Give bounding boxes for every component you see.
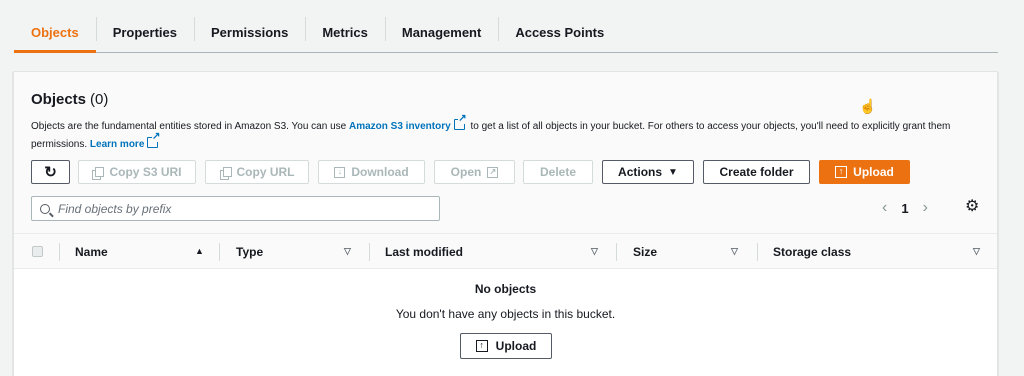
sort-icon[interactable]: ▽ bbox=[973, 246, 980, 257]
copy-s3-uri-label: Copy S3 URI bbox=[109, 165, 182, 179]
empty-state-text: You don't have any objects in this bucke… bbox=[395, 307, 616, 321]
column-divider bbox=[616, 243, 617, 261]
chevron-right-icon[interactable]: › bbox=[923, 199, 928, 217]
learn-more-link[interactable]: Learn more bbox=[90, 139, 144, 150]
delete-button[interactable]: Delete bbox=[523, 160, 593, 184]
copy-url-button[interactable]: Copy URL bbox=[205, 160, 309, 184]
table-header: Name ▲ Type ▽ Last modified ▽ Size ▽ Sto… bbox=[14, 234, 997, 269]
download-label: Download bbox=[351, 165, 409, 179]
search-icon bbox=[40, 203, 50, 214]
download-icon: ↓ bbox=[334, 166, 346, 178]
upload-button[interactable]: ↑ Upload bbox=[819, 160, 910, 184]
open-button[interactable]: Open ↗ bbox=[434, 160, 515, 184]
search-box[interactable] bbox=[31, 196, 440, 221]
panel-description: Objects are the fundamental entities sto… bbox=[31, 114, 981, 154]
object-count: (0) bbox=[90, 91, 109, 108]
sort-icon[interactable]: ▽ bbox=[344, 246, 351, 257]
column-header-last-modified[interactable]: Last modified bbox=[385, 234, 463, 269]
upload-label: Upload bbox=[853, 165, 894, 179]
column-header-name[interactable]: Name bbox=[75, 234, 108, 269]
refresh-icon: ↻ bbox=[44, 164, 57, 181]
objects-panel: Objects (0) Objects are the fundamental e… bbox=[13, 71, 998, 376]
column-divider bbox=[757, 243, 758, 261]
create-folder-button[interactable]: Create folder bbox=[703, 160, 810, 184]
tab-access-points[interactable]: Access Points bbox=[498, 12, 621, 52]
copy-url-label: Copy URL bbox=[236, 165, 295, 179]
panel-header: Objects (0) Objects are the fundamental e… bbox=[14, 72, 997, 234]
search-input[interactable] bbox=[58, 201, 428, 216]
column-divider bbox=[219, 243, 220, 261]
download-button[interactable]: ↓ Download bbox=[318, 160, 425, 184]
pagination: ‹ 1 › bbox=[882, 196, 928, 220]
empty-state-title: No objects bbox=[474, 282, 537, 296]
caret-down-icon: ▼ bbox=[668, 166, 678, 178]
upload-icon: ↑ bbox=[475, 340, 488, 352]
tab-metrics[interactable]: Metrics bbox=[305, 12, 385, 52]
actions-dropdown[interactable]: Actions ▼ bbox=[602, 160, 694, 184]
panel-title-text: Objects bbox=[31, 91, 87, 108]
empty-state-upload-button[interactable]: ↑ Upload bbox=[460, 333, 552, 359]
copy-icon bbox=[92, 166, 105, 180]
create-folder-label: Create folder bbox=[719, 165, 794, 179]
actions-label: Actions bbox=[618, 165, 663, 179]
copy-s3-uri-button[interactable]: Copy S3 URI bbox=[78, 160, 196, 184]
column-header-storage-class[interactable]: Storage class bbox=[773, 234, 851, 269]
tab-properties[interactable]: Properties bbox=[95, 12, 194, 52]
sort-icon[interactable]: ▽ bbox=[591, 246, 598, 257]
external-link-icon[interactable] bbox=[453, 114, 467, 130]
open-label: Open bbox=[450, 165, 482, 179]
select-all-checkbox[interactable] bbox=[32, 246, 43, 257]
sort-icon[interactable]: ▽ bbox=[731, 246, 738, 257]
delete-label: Delete bbox=[539, 165, 577, 179]
column-divider bbox=[59, 243, 60, 261]
column-header-type[interactable]: Type bbox=[236, 234, 263, 269]
description-text: Objects are the fundamental entities sto… bbox=[31, 121, 349, 132]
panel-title: Objects (0) bbox=[31, 91, 108, 108]
sort-ascending-icon[interactable]: ▲ bbox=[195, 246, 204, 256]
gear-icon[interactable]: ⚙ bbox=[965, 196, 979, 216]
upload-icon: ↑ bbox=[835, 166, 848, 178]
refresh-button[interactable]: ↻ bbox=[31, 160, 70, 184]
column-header-size[interactable]: Size bbox=[633, 234, 657, 269]
hand-cursor-icon: ☝ bbox=[859, 98, 877, 114]
column-divider bbox=[369, 243, 370, 261]
tab-management[interactable]: Management bbox=[384, 12, 498, 52]
empty-upload-label: Upload bbox=[495, 339, 537, 353]
current-page[interactable]: 1 bbox=[901, 201, 908, 216]
tab-permissions[interactable]: Permissions bbox=[194, 12, 305, 52]
external-link-icon: ↗ bbox=[487, 166, 499, 178]
chevron-left-icon[interactable]: ‹ bbox=[882, 199, 887, 217]
copy-icon bbox=[219, 166, 232, 180]
tab-bar: Objects Properties Permissions Metrics M… bbox=[14, 12, 998, 53]
external-link-icon[interactable] bbox=[147, 132, 161, 148]
inventory-link[interactable]: Amazon S3 inventory bbox=[349, 121, 451, 132]
tab-objects[interactable]: Objects bbox=[14, 12, 96, 53]
